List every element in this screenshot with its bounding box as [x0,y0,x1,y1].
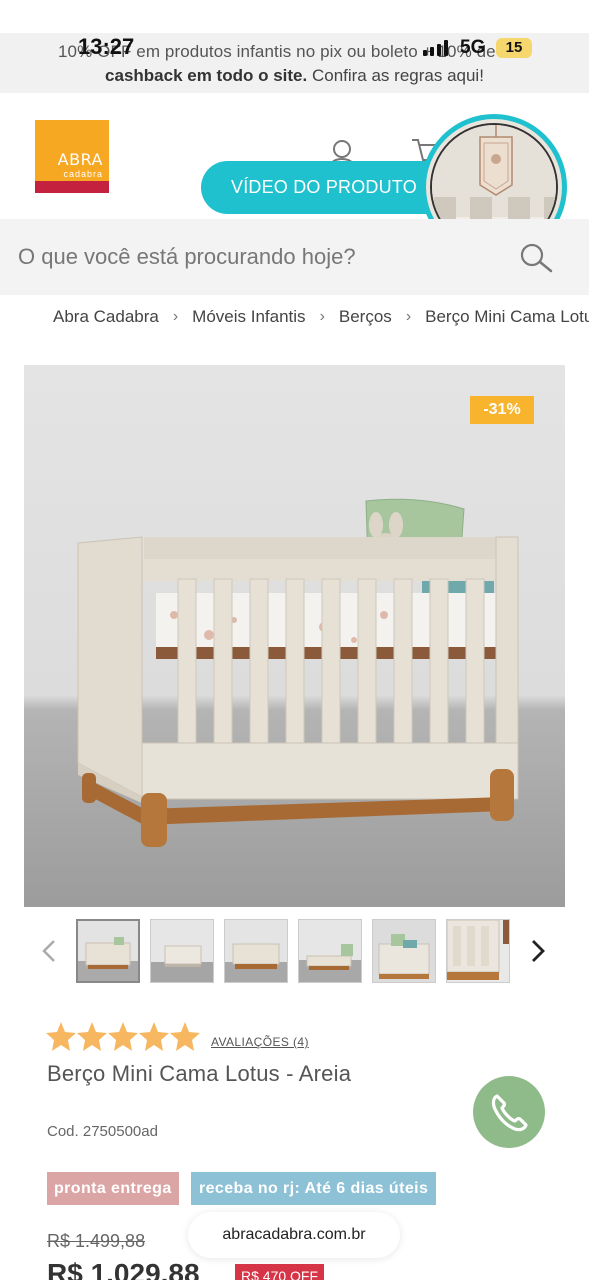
rating-stars [46,1022,200,1051]
status-time: 13:27 [78,34,135,59]
logo-wordmark: ABRA [57,150,103,169]
promo-rules-text: Confira as regras aqui! [307,66,484,85]
ready-delivery-tag: pronta entrega [47,1172,179,1205]
gallery-thumbnail[interactable] [372,919,436,983]
old-price: R$ 1.499,88 [47,1231,146,1251]
network-label: 5G [460,37,486,58]
browser-url-bar[interactable]: abracadabra.com.br [188,1212,400,1258]
signal-icon [423,40,449,56]
star-icon [77,1022,107,1051]
chevron-right-icon: › [172,307,179,325]
whatsapp-button[interactable] [473,1076,545,1148]
search-icon[interactable] [519,243,553,273]
crib-thumbnail-icon [373,920,435,982]
breadcrumb-bercos[interactable]: Berços [339,307,392,327]
breadcrumb: Abra Cadabra › Móveis Infantis › Berços › Berç… [53,306,589,332]
promo-text-line2: cashback em todo o site. Confira as regr… [0,66,589,86]
star-icon [46,1022,76,1051]
breadcrumb-moveis[interactable]: Móveis Infantis [192,307,305,327]
breadcrumb-current: Berço Mini Cama Lotus - Areia [425,306,589,326]
logo-stripe [35,181,109,193]
discount-badge: -31% [470,396,534,424]
gallery-thumbnail[interactable] [224,919,288,983]
savings-badge: R$ 470 OFF [235,1264,325,1280]
search-bar [0,219,589,295]
breadcrumb-home[interactable]: Abra Cadabra [53,307,159,327]
crib-thumbnail-icon [225,920,287,982]
star-icon [170,1022,200,1051]
product-code: Cod. 2750500ad [47,1123,158,1140]
abracadabra-logo[interactable]: ABRA cadabra [35,120,109,193]
promo-bold-text: cashback em todo o site. [105,66,308,85]
product-title: Berço Mini Cama Lotus - Areia [47,1061,352,1086]
star-icon [108,1022,138,1051]
chevron-right-icon: › [405,307,412,325]
current-price: R$ 1.029,88 [47,1258,200,1280]
site-header: ABRA cadabra 1 VÍDEO DO PRODUTO [0,93,589,260]
gallery-thumbnail[interactable] [76,919,140,983]
video-product-button[interactable]: VÍDEO DO PRODUTO [201,161,451,214]
product-main-image[interactable] [24,365,565,907]
chevron-left-icon[interactable] [40,938,58,964]
gallery-thumbnail[interactable] [446,919,510,983]
crib-thumbnail-icon [151,920,213,982]
logo-subtitle: cadabra [63,169,103,179]
crib-thumbnail-icon [78,921,138,981]
crib-thumbnail-icon [299,920,361,982]
gallery-thumbnail[interactable] [298,919,362,983]
phone-icon [491,1094,528,1132]
reviews-link[interactable]: AVALIAÇÕES (4) [211,1035,309,1049]
chevron-right-icon[interactable] [529,938,547,964]
star-icon [139,1022,169,1051]
battery-icon: 15 [496,38,532,58]
shipping-time-tag: receba no rj: Até 6 dias úteis [191,1172,437,1205]
search-input[interactable] [18,241,498,273]
crib-illustration [77,498,519,847]
gallery-thumbnail[interactable] [150,919,214,983]
chevron-right-icon: › [319,307,325,325]
crib-thumbnail-icon [447,920,509,982]
